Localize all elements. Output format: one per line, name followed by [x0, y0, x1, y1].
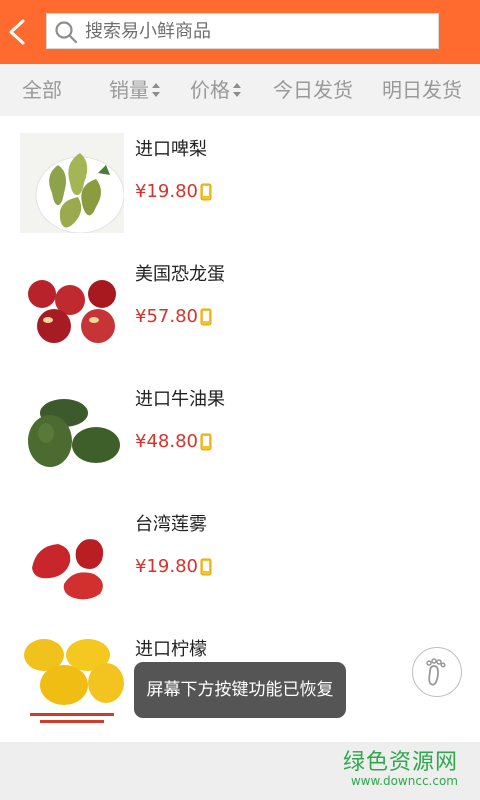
chevron-left-icon: [9, 19, 25, 45]
product-name: 美国恐龙蛋: [135, 264, 225, 285]
search-placeholder: 搜索易小鲜商品: [85, 21, 211, 42]
filter-label: 全部: [22, 78, 62, 102]
filter-price[interactable]: 价格: [190, 64, 241, 116]
product-item[interactable]: 进口啤梨 ¥19.80: [0, 116, 480, 242]
back-button[interactable]: [2, 14, 36, 50]
footprint-icon: [426, 658, 446, 686]
mobile-icon: [200, 183, 212, 201]
product-image-lemon: [20, 633, 124, 733]
watermark-title: 绿色资源网: [342, 750, 458, 775]
search-icon: [55, 21, 78, 44]
top-bar: 搜索易小鲜商品: [0, 0, 480, 64]
product-name: 进口柠檬: [135, 639, 207, 660]
product-item[interactable]: 美国恐龙蛋 ¥57.80: [0, 241, 480, 367]
product-price: ¥19.80: [135, 181, 198, 202]
watermark-url: www.downcc.com: [350, 774, 458, 788]
filter-today-ship[interactable]: 今日发货: [273, 64, 353, 116]
product-price: ¥19.80: [135, 556, 198, 577]
filter-all[interactable]: 全部: [22, 64, 62, 116]
product-price: ¥48.80: [135, 431, 198, 452]
mobile-icon: [200, 308, 212, 326]
product-item[interactable]: 台湾莲雾 ¥19.80: [0, 491, 480, 617]
filter-tomorrow-ship[interactable]: 明日发货: [382, 64, 462, 116]
filter-label: 今日发货: [273, 78, 353, 102]
mobile-icon: [200, 558, 212, 576]
product-item[interactable]: 进口牛油果 ¥48.80: [0, 366, 480, 492]
product-image-avocado: [20, 383, 124, 483]
sort-arrows-icon: [152, 82, 160, 97]
filter-bar: 全部 销量 价格 今日发货 明日发货: [0, 64, 480, 117]
toast-message: 屏幕下方按键功能已恢复: [134, 662, 346, 718]
product-name: 进口牛油果: [135, 389, 225, 410]
search-box[interactable]: 搜索易小鲜商品: [46, 13, 439, 49]
mobile-icon: [200, 433, 212, 451]
filter-label: 销量: [109, 78, 149, 102]
footprint-button[interactable]: [412, 647, 462, 697]
product-name: 台湾莲雾: [135, 514, 207, 535]
product-image-wax-apple: [20, 508, 124, 608]
product-name: 进口啤梨: [135, 139, 207, 160]
filter-sales[interactable]: 销量: [109, 64, 160, 116]
filter-label: 明日发货: [382, 78, 462, 102]
filter-label: 价格: [190, 78, 230, 102]
product-price: ¥57.80: [135, 306, 198, 327]
product-image-pear: [20, 133, 125, 234]
product-image-nectarine: [20, 258, 124, 358]
sort-arrows-icon: [233, 82, 241, 97]
